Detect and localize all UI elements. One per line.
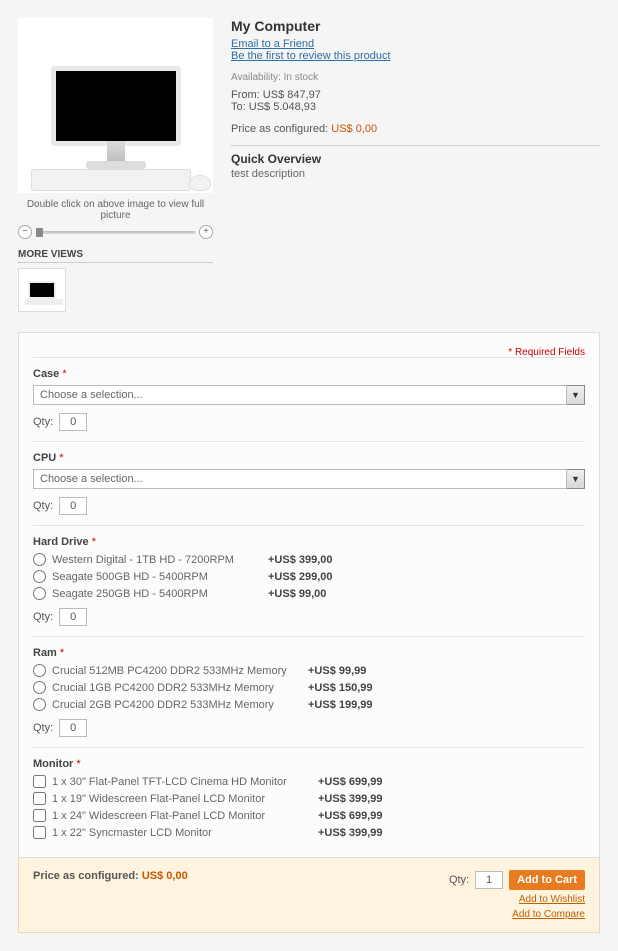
divider [231, 145, 600, 146]
harddrive-radio[interactable] [33, 570, 46, 583]
quick-overview-text: test description [231, 168, 600, 180]
cpu-select-value: Choose a selection... [33, 469, 567, 489]
add-to-compare-link[interactable]: Add to Compare [449, 909, 585, 920]
monitor-option[interactable]: 1 x 22" Syncmaster LCD Monitor +US$ 399,… [33, 826, 585, 839]
ram-radio[interactable] [33, 664, 46, 677]
ram-option[interactable]: Crucial 512MB PC4200 DDR2 533MHz Memory … [33, 664, 585, 677]
harddrive-option-name: Western Digital - 1TB HD - 7200RPM [52, 554, 262, 566]
harddrive-label: Hard Drive * [33, 536, 585, 548]
monitor-option[interactable]: 1 x 30" Flat-Panel TFT-LCD Cinema HD Mon… [33, 775, 585, 788]
monitor-option-name: 1 x 24" Widescreen Flat-Panel LCD Monito… [52, 810, 312, 822]
cpu-select[interactable]: Choose a selection... ▼ [33, 469, 585, 489]
harddrive-qty-input[interactable] [59, 608, 87, 626]
monitor-checkbox[interactable] [33, 775, 46, 788]
zoom-slider-handle[interactable] [36, 228, 43, 237]
case-select[interactable]: Choose a selection... ▼ [33, 385, 585, 405]
ram-option-name: Crucial 512MB PC4200 DDR2 533MHz Memory [52, 665, 302, 677]
case-qty-input[interactable] [59, 413, 87, 431]
chevron-down-icon[interactable]: ▼ [567, 385, 585, 405]
availability-text: Availability: In stock [231, 72, 600, 83]
bottom-configured-amount: US$ 0,00 [142, 870, 188, 882]
computer-illustration [51, 66, 181, 146]
ram-qty-input[interactable] [59, 719, 87, 737]
harddrive-option-name: Seagate 250GB HD - 5400RPM [52, 588, 262, 600]
harddrive-radio[interactable] [33, 553, 46, 566]
price-from-label: From: [231, 89, 260, 101]
ram-label: Ram * [33, 647, 585, 659]
monitor-checkbox[interactable] [33, 826, 46, 839]
ram-option-price: +US$ 150,99 [308, 682, 373, 694]
configured-price-amount: US$ 0,00 [331, 123, 377, 135]
configured-price-line: Price as configured: US$ 0,00 [231, 123, 600, 135]
monitor-option-name: 1 x 22" Syncmaster LCD Monitor [52, 827, 312, 839]
harddrive-option-price: +US$ 399,00 [268, 554, 333, 566]
add-to-cart-panel: Price as configured: US$ 0,00 Qty: Add t… [18, 858, 600, 933]
monitor-option-price: +US$ 699,99 [318, 776, 383, 788]
harddrive-option[interactable]: Western Digital - 1TB HD - 7200RPM +US$ … [33, 553, 585, 566]
option-section-ram: Ram * Crucial 512MB PC4200 DDR2 533MHz M… [33, 636, 585, 737]
harddrive-option-price: +US$ 99,00 [268, 588, 326, 600]
more-views-heading: MORE VIEWS [18, 249, 213, 263]
product-title: My Computer [231, 18, 600, 34]
ram-option[interactable]: Crucial 2GB PC4200 DDR2 533MHz Memory +U… [33, 698, 585, 711]
zoom-slider[interactable] [36, 231, 195, 234]
add-to-cart-button[interactable]: Add to Cart [509, 870, 585, 890]
bottom-configured-price: Price as configured: US$ 0,00 [33, 870, 188, 882]
zoom-hint-text: Double click on above image to view full… [18, 199, 213, 221]
option-section-case: Case * Choose a selection... ▼ Qty: [33, 357, 585, 431]
product-main-image[interactable] [18, 18, 213, 193]
ram-qty-label: Qty: [33, 722, 53, 734]
ram-option-name: Crucial 1GB PC4200 DDR2 533MHz Memory [52, 682, 302, 694]
option-section-harddrive: Hard Drive * Western Digital - 1TB HD - … [33, 525, 585, 626]
harddrive-qty-label: Qty: [33, 611, 53, 623]
add-to-wishlist-link[interactable]: Add to Wishlist [449, 894, 585, 905]
option-section-monitor: Monitor * 1 x 30" Flat-Panel TFT-LCD Cin… [33, 747, 585, 839]
cpu-qty-input[interactable] [59, 497, 87, 515]
case-qty-label: Qty: [33, 416, 53, 428]
price-range: From: US$ 847,97 To: US$ 5.048,93 [231, 89, 600, 113]
monitor-label: Monitor * [33, 758, 585, 770]
price-to-value: US$ 5.048,93 [249, 101, 316, 113]
monitor-option[interactable]: 1 x 19" Widescreen Flat-Panel LCD Monito… [33, 792, 585, 805]
configured-price-label: Price as configured: [231, 123, 328, 135]
monitor-checkbox[interactable] [33, 792, 46, 805]
harddrive-option[interactable]: Seagate 500GB HD - 5400RPM +US$ 299,00 [33, 570, 585, 583]
ram-option[interactable]: Crucial 1GB PC4200 DDR2 533MHz Memory +U… [33, 681, 585, 694]
thumbnail-image[interactable] [18, 268, 66, 312]
monitor-checkbox[interactable] [33, 809, 46, 822]
monitor-option-name: 1 x 19" Widescreen Flat-Panel LCD Monito… [52, 793, 312, 805]
ram-option-price: +US$ 199,99 [308, 699, 373, 711]
email-friend-link[interactable]: Email to a Friend [231, 38, 600, 50]
option-section-cpu: CPU * Choose a selection... ▼ Qty: [33, 441, 585, 515]
chevron-down-icon[interactable]: ▼ [567, 469, 585, 489]
harddrive-option-price: +US$ 299,00 [268, 571, 333, 583]
harddrive-option-name: Seagate 500GB HD - 5400RPM [52, 571, 262, 583]
price-to-label: To: [231, 101, 246, 113]
monitor-option-price: +US$ 399,99 [318, 793, 383, 805]
quick-overview-heading: Quick Overview [231, 152, 600, 166]
ram-radio[interactable] [33, 681, 46, 694]
product-options-panel: * Required Fields Case * Choose a select… [18, 332, 600, 858]
ram-option-name: Crucial 2GB PC4200 DDR2 533MHz Memory [52, 699, 302, 711]
monitor-option[interactable]: 1 x 24" Widescreen Flat-Panel LCD Monito… [33, 809, 585, 822]
harddrive-radio[interactable] [33, 587, 46, 600]
monitor-option-price: +US$ 399,99 [318, 827, 383, 839]
harddrive-option[interactable]: Seagate 250GB HD - 5400RPM +US$ 99,00 [33, 587, 585, 600]
monitor-option-name: 1 x 30" Flat-Panel TFT-LCD Cinema HD Mon… [52, 776, 312, 788]
cpu-label: CPU * [33, 452, 585, 464]
ram-radio[interactable] [33, 698, 46, 711]
ram-option-price: +US$ 99,99 [308, 665, 366, 677]
cart-qty-input[interactable] [475, 871, 503, 889]
zoom-in-button[interactable]: + [199, 225, 213, 239]
required-fields-note: * Required Fields [508, 347, 585, 358]
price-from-value: US$ 847,97 [263, 89, 321, 101]
case-select-value: Choose a selection... [33, 385, 567, 405]
cart-qty-label: Qty: [449, 874, 469, 886]
monitor-option-price: +US$ 699,99 [318, 810, 383, 822]
case-label: Case * [33, 368, 585, 380]
cpu-qty-label: Qty: [33, 500, 53, 512]
zoom-out-button[interactable]: − [18, 225, 32, 239]
review-product-link[interactable]: Be the first to review this product [231, 50, 600, 62]
